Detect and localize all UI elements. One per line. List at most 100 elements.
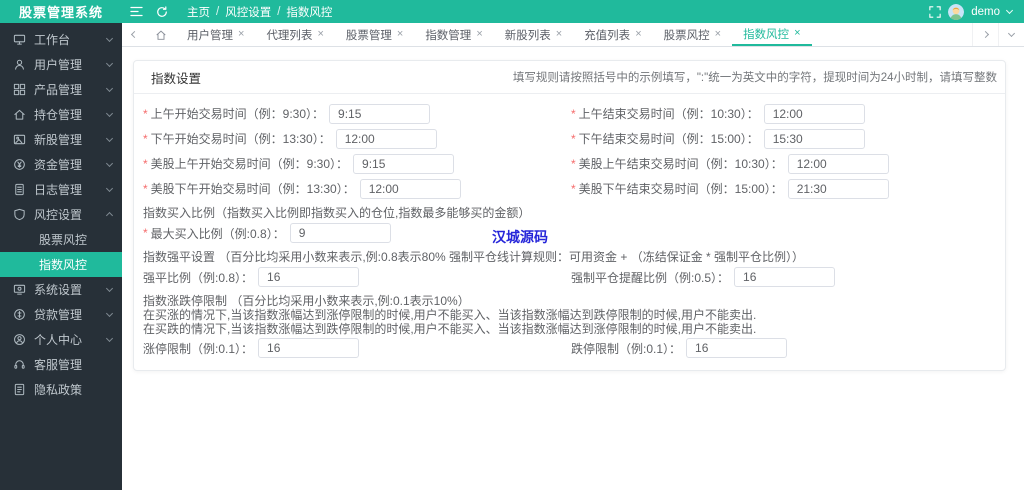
pm-start-time-input[interactable] — [335, 128, 437, 149]
tab-home-icon[interactable] — [146, 23, 176, 46]
app-window: 股票管理系统 主页 / 风控设置 / 指数风控 demo 工作台 用户管理 产品… — [0, 0, 1024, 490]
field-liquidation-ratio: 强平比例（例:0.8）： — [143, 267, 571, 287]
tabs-scroll-right-button[interactable] — [972, 23, 998, 46]
chevron-down-icon — [105, 284, 114, 293]
tabs-scroll-left-button[interactable] — [122, 23, 146, 46]
field-liquidation-alert-ratio: 强制平仓提醒比例（例:0.5）： — [571, 267, 996, 287]
max-buy-ratio-input[interactable] — [289, 223, 391, 243]
sidebar-subitem-stock-risk[interactable]: 股票风控 — [0, 227, 122, 252]
tab-close-icon[interactable]: × — [397, 29, 403, 40]
header-right: demo — [929, 3, 1024, 20]
sidebar-item-label: 客服管理 — [34, 358, 83, 372]
tab-close-icon[interactable]: × — [238, 29, 244, 40]
fill-rules-hint: 填写规则请按照括号中的示例填写，":"统一为英文中的字符，提现时间为24小时制，… — [512, 72, 997, 84]
sidebar-item-system-settings[interactable]: 系统设置 — [0, 277, 122, 302]
sidebar-item-label: 贷款管理 — [34, 308, 83, 322]
menu-fold-icon[interactable] — [130, 6, 143, 17]
avatar[interactable] — [948, 3, 965, 20]
tab-new-stock-list[interactable]: 新股列表 × — [494, 23, 573, 46]
sidebar-item-label: 新股管理 — [34, 133, 83, 147]
privacy-icon — [13, 383, 26, 396]
chevron-down-icon — [105, 109, 114, 118]
tabs-menu-button[interactable] — [998, 23, 1024, 46]
user-caret-down-icon[interactable] — [1005, 6, 1014, 14]
tab-user-management[interactable]: 用户管理 × — [176, 23, 255, 46]
sidebar-item-label: 资金管理 — [34, 158, 83, 172]
us-am-end-time-input[interactable] — [787, 153, 889, 174]
tab-close-icon[interactable]: × — [317, 29, 323, 40]
sidebar-item-funds[interactable]: 资金管理 — [0, 152, 122, 177]
sidebar-subitem-label: 股票风控 — [39, 233, 88, 247]
chevron-down-icon — [105, 84, 114, 93]
username[interactable]: demo — [971, 6, 1000, 18]
index-settings-card: 指数设置 填写规则请按照括号中的示例填写，":"统一为英文中的字符，提现时间为2… — [133, 60, 1006, 371]
breadcrumb: 主页 / 风控设置 / 指数风控 — [187, 4, 332, 20]
tab-index-management[interactable]: 指数管理 × — [414, 23, 493, 46]
lower-limit-input[interactable] — [686, 338, 788, 358]
liquidation-alert-ratio-input[interactable] — [734, 267, 836, 287]
field-upper-limit: 涨停限制（例:0.1）： — [143, 338, 571, 358]
field-label: 上午开始交易时间（例：9:30）： — [150, 107, 325, 121]
tab-close-icon[interactable]: × — [635, 29, 641, 40]
tab-index-risk[interactable]: 指数风控 × — [732, 23, 812, 46]
tab-stock-risk[interactable]: 股票风控 × — [653, 23, 732, 46]
tab-close-icon[interactable]: × — [476, 29, 482, 40]
top-header: 股票管理系统 主页 / 风控设置 / 指数风控 demo — [0, 0, 1024, 23]
tab-label: 指数风控 — [743, 28, 790, 41]
required-asterisk: * — [571, 106, 576, 121]
sidebar-item-loans[interactable]: 贷款管理 — [0, 302, 122, 327]
sidebar-item-logs[interactable]: 日志管理 — [0, 177, 122, 202]
tab-close-icon[interactable]: × — [715, 29, 721, 40]
breadcrumb-current: 指数风控 — [286, 6, 333, 19]
field-label: 下午结束交易时间（例：15:00）： — [578, 132, 759, 146]
headset-icon — [13, 358, 26, 371]
sidebar-item-users[interactable]: 用户管理 — [0, 52, 122, 77]
document-icon — [13, 183, 26, 196]
us-am-start-time-input[interactable] — [353, 153, 455, 174]
card-title: 指数设置 — [151, 71, 202, 86]
sidebar-item-customer-service[interactable]: 客服管理 — [0, 352, 122, 377]
refresh-icon[interactable] — [156, 5, 168, 18]
tab-agent-list[interactable]: 代理列表 × — [255, 23, 334, 46]
tab-label: 股票风控 — [663, 29, 710, 42]
tab-recharge-list[interactable]: 充值列表 × — [573, 23, 652, 46]
tab-stock-management[interactable]: 股票管理 × — [335, 23, 414, 46]
fullscreen-icon[interactable] — [929, 5, 941, 18]
sidebar-item-privacy-policy[interactable]: 隐私政策 — [0, 377, 122, 402]
form-row: * 美股上午开始交易时间（例：9:30）： * 美股上午结束交易时间（例：10:… — [143, 151, 996, 176]
breadcrumb-section[interactable]: 风控设置 — [225, 4, 271, 20]
pm-end-time-input[interactable] — [763, 128, 865, 149]
chevron-down-icon — [105, 59, 114, 68]
header-left: 主页 / 风控设置 / 指数风控 — [122, 4, 332, 20]
sidebar-item-positions[interactable]: 持仓管理 — [0, 102, 122, 127]
am-end-time-input[interactable] — [763, 103, 865, 124]
upper-limit-input[interactable] — [258, 338, 360, 358]
field-us-pm-start: * 美股下午开始交易时间（例：13:30）： — [143, 178, 571, 199]
sidebar-subitem-index-risk[interactable]: 指数风控 — [0, 252, 122, 277]
profile-icon — [13, 333, 26, 346]
sidebar-item-products[interactable]: 产品管理 — [0, 77, 122, 102]
tab-close-icon[interactable]: × — [556, 29, 562, 40]
sidebar-item-label: 系统设置 — [34, 283, 83, 297]
breadcrumb-separator: / — [216, 5, 220, 18]
sidebar-item-profile[interactable]: 个人中心 — [0, 327, 122, 352]
field-label: 美股下午结束交易时间（例：15:00）： — [578, 182, 783, 196]
tab-label: 指数管理 — [425, 29, 472, 42]
us-pm-start-time-input[interactable] — [359, 178, 461, 199]
user-icon — [13, 58, 26, 71]
sidebar-item-workbench[interactable]: 工作台 — [0, 27, 122, 52]
card-header: 指数设置 填写规则请按照括号中的示例填写，":"统一为英文中的字符，提现时间为2… — [134, 61, 1005, 94]
image-icon — [13, 133, 26, 146]
price-limit-desc-1: 在买涨的情况下,当该指数涨幅达到涨停限制的时候,用户不能买入、当该指数涨幅达到跌… — [143, 308, 757, 322]
sidebar-item-risk-settings[interactable]: 风控设置 — [0, 202, 122, 227]
field-label: 下午开始交易时间（例：13:30）： — [150, 132, 331, 146]
am-start-time-input[interactable] — [329, 103, 431, 124]
sidebar-item-label: 个人中心 — [34, 333, 83, 347]
liquidation-ratio-input[interactable] — [258, 267, 360, 287]
us-pm-end-time-input[interactable] — [787, 178, 889, 199]
required-asterisk: * — [143, 106, 148, 121]
breadcrumb-home[interactable]: 主页 — [187, 4, 210, 20]
tab-close-icon[interactable]: × — [794, 28, 800, 39]
sidebar-item-new-stocks[interactable]: 新股管理 — [0, 127, 122, 152]
field-pm-start: * 下午开始交易时间（例：13:30）： — [143, 128, 571, 149]
